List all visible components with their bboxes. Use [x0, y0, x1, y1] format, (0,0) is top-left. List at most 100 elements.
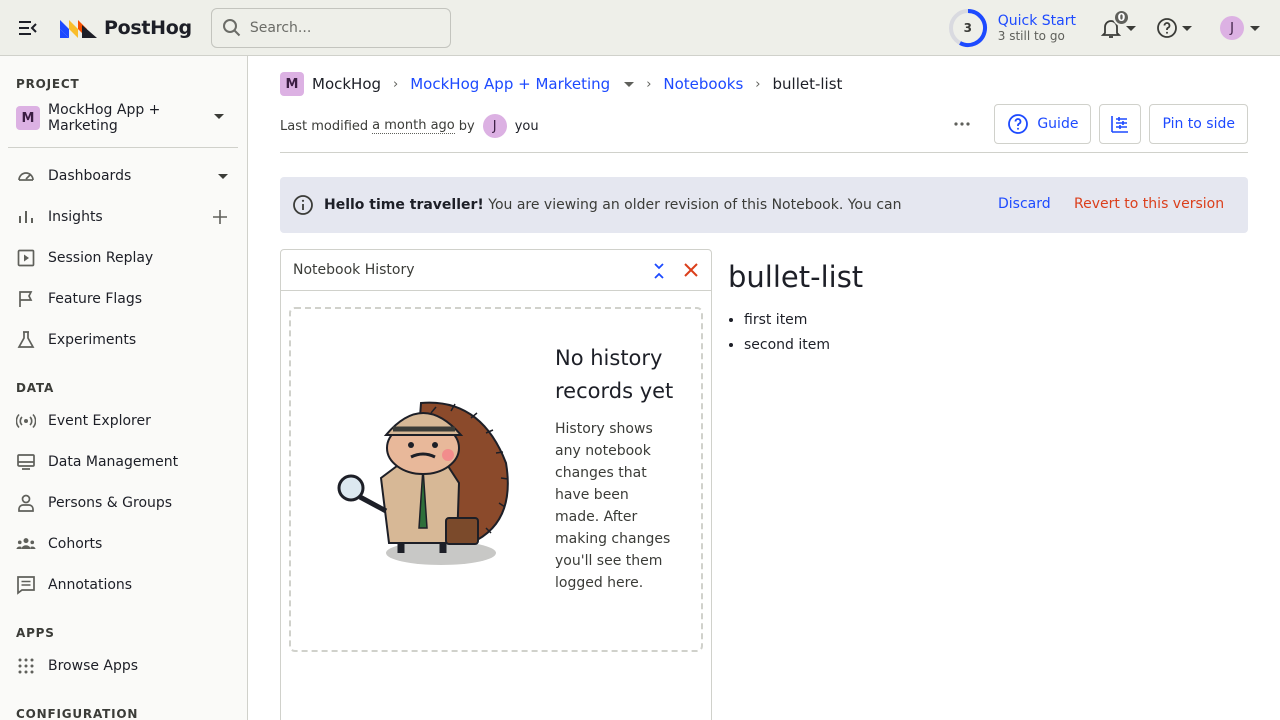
time-travel-banner: Hello time traveller! You are viewing an… — [280, 177, 1248, 233]
history-title: Notebook History — [293, 262, 415, 278]
flask-icon — [16, 330, 36, 350]
sidebar-item-label: Cohorts — [48, 536, 103, 552]
search-icon — [222, 18, 241, 36]
notebook-title[interactable]: bullet-list — [728, 260, 863, 294]
notebook-history-panel: Notebook History No history records yet … — [280, 249, 712, 720]
banner-message: Hello time traveller! You are viewing an… — [324, 197, 924, 213]
project-name: MockHog App + Marketing — [48, 102, 161, 134]
section-label-data: DATA — [16, 381, 55, 395]
breadcrumb-current: bullet-list — [772, 75, 843, 93]
info-icon — [293, 195, 313, 215]
modified-user: you — [514, 118, 539, 134]
quick-start-button[interactable]: 3 Quick Start 3 still to go — [948, 8, 1076, 48]
sidebar-item-label: Data Management — [48, 454, 179, 470]
modified-prefix: Last modified — [280, 118, 369, 134]
quick-start-title: Quick Start — [997, 13, 1076, 29]
chevron-down-icon[interactable] — [218, 174, 228, 179]
close-icon[interactable] — [683, 262, 699, 282]
breadcrumb-notebooks[interactable]: Notebooks — [663, 75, 743, 93]
sidebar-item-event-explorer[interactable]: Event Explorer — [16, 405, 238, 437]
more-options-icon[interactable] — [946, 108, 978, 140]
collapse-icon[interactable] — [651, 262, 667, 284]
posthog-logo[interactable]: PostHog — [60, 17, 192, 39]
sidebar-item-label: Annotations — [48, 577, 133, 593]
quick-start-count: 3 — [963, 21, 972, 35]
plus-icon[interactable] — [212, 209, 228, 229]
user-menu[interactable]: J — [1220, 16, 1260, 40]
sidebar: PROJECT M MockHog App + Marketing Dashbo… — [0, 56, 248, 720]
divider — [280, 152, 1248, 153]
bar-chart-icon — [16, 207, 36, 227]
banner-title: Hello time traveller! — [324, 197, 484, 213]
modified-time: a month ago — [372, 118, 455, 134]
last-modified-info: Last modified a month ago by J you — [280, 114, 539, 138]
project-badge: M — [16, 106, 40, 130]
avatar: J — [1220, 16, 1244, 40]
guide-label: Guide — [1037, 116, 1079, 132]
list-settings-icon — [1111, 116, 1129, 133]
help-button[interactable] — [1156, 17, 1192, 39]
pin-to-side-button[interactable]: Pin to side — [1149, 104, 1248, 144]
revert-version-button[interactable]: Revert to this version — [1074, 196, 1224, 212]
flag-icon — [16, 289, 36, 309]
sidebar-item-experiments[interactable]: Experiments — [16, 324, 238, 356]
empty-state: No history records yet History shows any… — [289, 307, 703, 652]
list-item[interactable]: second item — [744, 333, 863, 358]
menu-toggle-icon[interactable] — [0, 0, 56, 56]
notifications-button[interactable]: 0 — [1100, 9, 1136, 39]
search-input[interactable]: Search... — [210, 7, 451, 48]
list-item[interactable]: first item — [744, 308, 863, 333]
bullet-list: first item second item — [728, 308, 863, 358]
project-switcher[interactable]: M MockHog App + Marketing — [16, 102, 238, 134]
chevron-right-icon: › — [393, 76, 399, 92]
chevron-right-icon: › — [646, 76, 652, 92]
notebook-editor[interactable]: bullet-list first item second item — [728, 260, 863, 358]
modified-by: by — [458, 118, 475, 134]
detective-hedgehog-illustration — [337, 401, 509, 565]
comment-icon — [16, 575, 36, 595]
person-icon — [16, 493, 36, 513]
discard-button[interactable]: Discard — [998, 196, 1051, 212]
database-icon — [16, 452, 36, 472]
chevron-down-icon — [214, 114, 224, 119]
sidebar-item-label: Dashboards — [48, 168, 132, 184]
sidebar-item-persons-groups[interactable]: Persons & Groups — [16, 487, 238, 519]
notebook-actions: Guide Pin to side — [946, 104, 1248, 144]
gauge-icon — [16, 166, 36, 186]
sidebar-item-session-replay[interactable]: Session Replay — [16, 242, 238, 274]
quick-start-subtitle: 3 still to go — [997, 29, 1065, 43]
sidebar-item-feature-flags[interactable]: Feature Flags — [16, 283, 238, 315]
search-placeholder: Search... — [249, 19, 312, 36]
sidebar-item-label: Persons & Groups — [48, 495, 173, 511]
notifications-count-badge: 0 — [1113, 9, 1130, 26]
sidebar-item-data-management[interactable]: Data Management — [16, 446, 238, 478]
grid-dots-icon — [16, 656, 36, 676]
sidebar-item-annotations[interactable]: Annotations — [16, 569, 238, 601]
people-icon — [16, 534, 36, 554]
question-circle-icon — [1008, 114, 1029, 134]
logo-text: PostHog — [104, 16, 192, 39]
question-circle-icon — [1157, 18, 1177, 38]
sidebar-item-dashboards[interactable]: Dashboards — [16, 160, 238, 192]
guide-button[interactable]: Guide — [994, 104, 1092, 144]
broadcast-icon — [16, 411, 36, 431]
sidebar-item-label: Browse Apps — [48, 658, 139, 674]
sidebar-item-cohorts[interactable]: Cohorts — [16, 528, 238, 560]
sidebar-item-insights[interactable]: Insights — [16, 201, 238, 233]
breadcrumb-org[interactable]: MockHog — [312, 75, 381, 93]
quick-start-progress-ring: 3 — [948, 8, 988, 48]
chevron-down-icon — [1250, 25, 1260, 31]
section-label-project: PROJECT — [16, 77, 80, 91]
sidebar-item-browse-apps[interactable]: Browse Apps — [16, 650, 238, 682]
sidebar-item-label: Session Replay — [48, 250, 154, 266]
breadcrumb-project[interactable]: MockHog App + Marketing — [410, 75, 610, 93]
play-square-icon — [16, 248, 36, 268]
main-content: M MockHog › MockHog App + Marketing › No… — [248, 56, 1280, 720]
sidebar-item-label: Event Explorer — [48, 413, 151, 429]
section-label-apps: APPS — [16, 626, 55, 640]
sidebar-item-label: Insights — [48, 209, 103, 225]
table-of-contents-button[interactable] — [1099, 104, 1142, 144]
chevron-down-icon[interactable] — [624, 81, 635, 87]
section-label-configuration: CONFIGURATION — [16, 707, 139, 720]
org-badge: M — [280, 72, 304, 96]
